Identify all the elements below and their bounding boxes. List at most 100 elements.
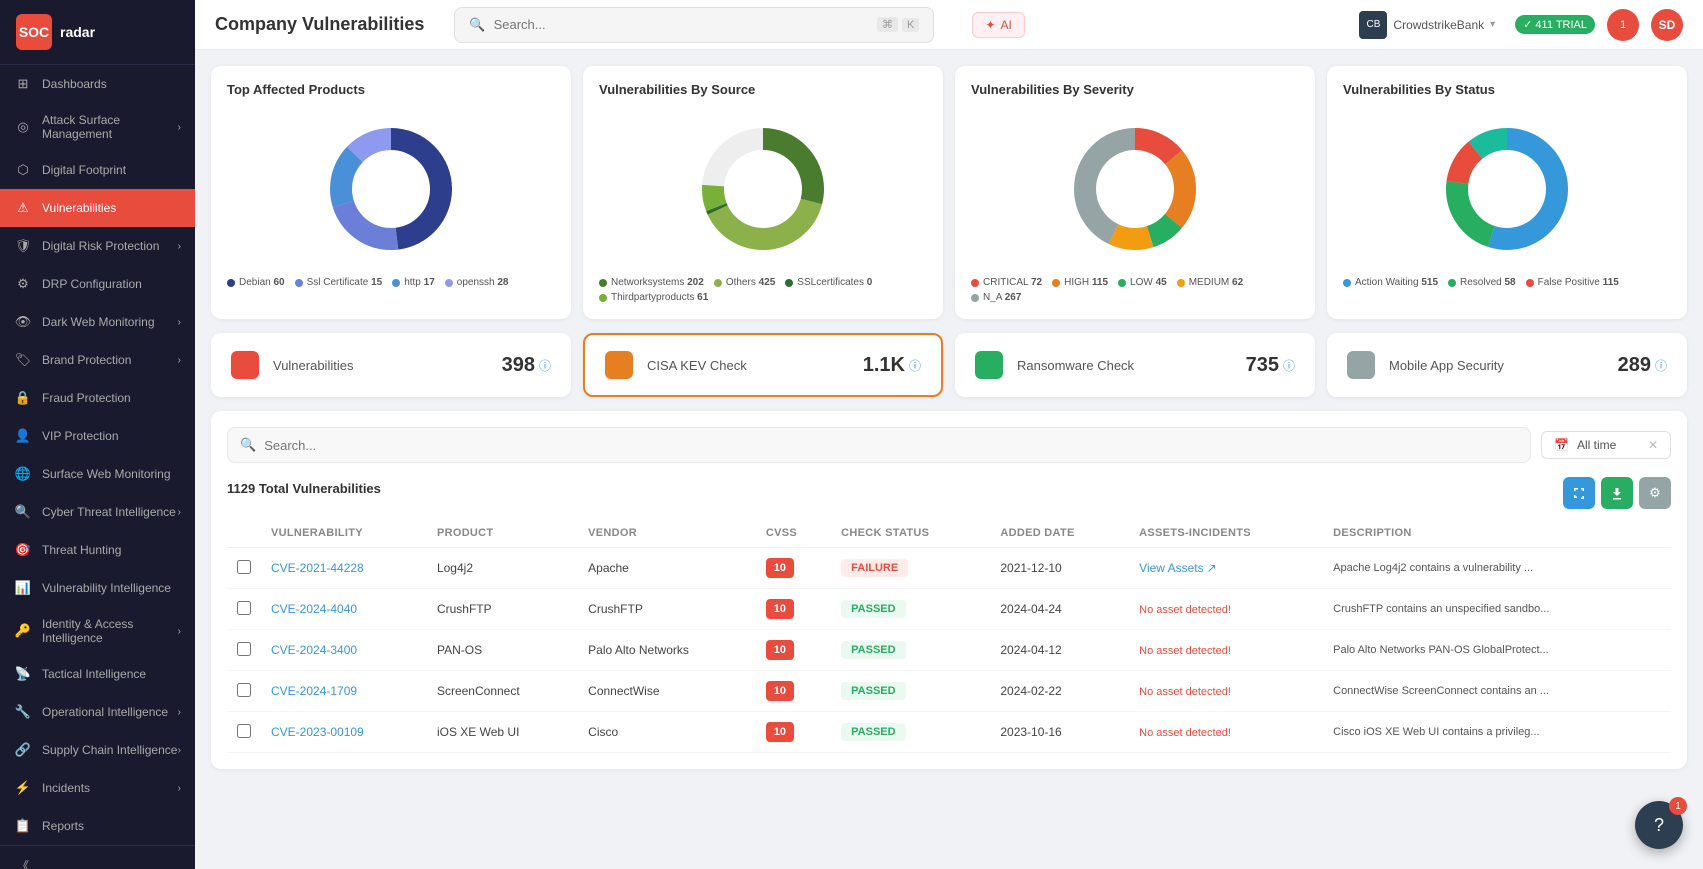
info-icon[interactable]: ⓘ	[909, 357, 921, 374]
expand-button[interactable]	[1563, 477, 1595, 509]
vulnerabilities-icon: ⚠	[14, 199, 32, 217]
sidebar-item-incidents[interactable]: ⚡ Incidents ›	[0, 769, 195, 807]
row-cve: CVE-2024-3400	[261, 630, 427, 671]
global-search-input[interactable]	[494, 17, 877, 32]
cve-link[interactable]: CVE-2024-1709	[271, 684, 357, 698]
row-product: CrushFTP	[427, 589, 578, 630]
cve-link[interactable]: CVE-2021-44228	[271, 561, 364, 575]
table-search-bar[interactable]: 🔍	[227, 427, 1531, 463]
sidebar-item-identity-access[interactable]: 🔑 Identity & Access Intelligence ›	[0, 607, 195, 655]
sidebar-item-reports[interactable]: 📋 Reports	[0, 807, 195, 845]
sidebar-item-vip-protection[interactable]: 👤 VIP Protection	[0, 417, 195, 455]
legend-item: LOW 45	[1118, 277, 1167, 288]
download-button[interactable]	[1601, 477, 1633, 509]
sidebar-item-attack-surface[interactable]: ◎ Attack Surface Management ›	[0, 103, 195, 151]
row-assets: No asset detected!	[1129, 712, 1323, 753]
row-select-checkbox[interactable]	[237, 601, 251, 615]
sidebar-item-tactical-intel[interactable]: 📡 Tactical Intelligence	[0, 655, 195, 693]
sidebar-item-digital-risk[interactable]: 🛡 Digital Risk Protection ›	[0, 227, 195, 265]
sidebar-item-fraud-protection[interactable]: 🔒 Fraud Protection	[0, 379, 195, 417]
sidebar-item-digital-footprint[interactable]: ⬡ Digital Footprint	[0, 151, 195, 189]
header-right: CB CrowdstrikeBank ▾ ✓ 411 TRIAL 1 SD	[1351, 7, 1683, 43]
company-selector[interactable]: CB CrowdstrikeBank ▾	[1351, 7, 1503, 43]
page-title: Company Vulnerabilities	[215, 14, 424, 35]
table-row: CVE-2024-1709 ScreenConnect ConnectWise …	[227, 671, 1671, 712]
sidebar-item-operational-intel[interactable]: 🔧 Operational Intelligence ›	[0, 693, 195, 731]
external-link-icon: ↗	[1207, 561, 1217, 575]
row-product: ScreenConnect	[427, 671, 578, 712]
row-assets: No asset detected!	[1129, 589, 1323, 630]
sidebar-item-label: Operational Intelligence	[42, 705, 178, 719]
user-avatar[interactable]: SD	[1651, 9, 1683, 41]
row-checkbox[interactable]	[227, 630, 261, 671]
sidebar-item-label: Brand Protection	[42, 353, 178, 367]
sidebar-item-label: Reports	[42, 819, 181, 833]
row-checkbox[interactable]	[227, 548, 261, 589]
sidebar-item-vulnerabilities[interactable]: ⚠ Vulnerabilities	[0, 189, 195, 227]
stat-label: CISA KEV Check	[647, 358, 747, 373]
row-description: Palo Alto Networks PAN-OS GlobalProtect.…	[1323, 630, 1671, 671]
date-filter[interactable]: 📅 All time ✕	[1541, 431, 1671, 459]
legend-label: Thirdpartyproducts 61	[611, 292, 708, 303]
legend-item: Thirdpartyproducts 61	[599, 292, 708, 303]
help-badge: 1	[1669, 797, 1687, 815]
row-checkbox[interactable]	[227, 589, 261, 630]
settings-button[interactable]: ⚙	[1639, 477, 1671, 509]
info-icon[interactable]: ⓘ	[1655, 357, 1667, 374]
chart-legend-by-status: Action Waiting 515 Resolved 58 False Pos…	[1343, 277, 1671, 288]
row-checkbox[interactable]	[227, 712, 261, 753]
stat-value: 398	[502, 354, 535, 377]
table-search-input[interactable]	[264, 438, 1518, 453]
cve-link[interactable]: CVE-2024-3400	[271, 643, 357, 657]
row-select-checkbox[interactable]	[237, 724, 251, 738]
sidebar-item-label: Incidents	[42, 781, 178, 795]
row-assets: No asset detected!	[1129, 630, 1323, 671]
sidebar-item-drp-config[interactable]: ⚙ DRP Configuration	[0, 265, 195, 303]
sidebar-item-label: Identity & Access Intelligence	[42, 617, 178, 645]
stat-color-box	[975, 351, 1003, 379]
cvss-badge: 10	[766, 558, 794, 578]
chart-legend-by-severity: CRITICAL 72 HIGH 115 LOW 45 MEDIUM 62	[971, 277, 1299, 303]
row-select-checkbox[interactable]	[237, 560, 251, 574]
legend-item: N_A 267	[971, 292, 1021, 303]
info-icon[interactable]: ⓘ	[539, 357, 551, 374]
row-select-checkbox[interactable]	[237, 683, 251, 697]
table-row: CVE-2024-4040 CrushFTP CrushFTP 10 PASSE…	[227, 589, 1671, 630]
brand-protection-icon: 🏷	[14, 351, 32, 369]
help-icon: ?	[1654, 815, 1664, 836]
sidebar-item-dark-web[interactable]: 👁 Dark Web Monitoring ›	[0, 303, 195, 341]
row-product: iOS XE Web UI	[427, 712, 578, 753]
row-vendor: Apache	[578, 548, 756, 589]
chart-by-source: Vulnerabilities By Source Networksystems…	[583, 66, 943, 319]
row-select-checkbox[interactable]	[237, 642, 251, 656]
sidebar-item-brand-protection[interactable]: 🏷 Brand Protection ›	[0, 341, 195, 379]
incidents-icon: ⚡	[14, 779, 32, 797]
sidebar-item-surface-web[interactable]: 🌐 Surface Web Monitoring	[0, 455, 195, 493]
info-icon[interactable]: ⓘ	[1283, 357, 1295, 374]
sidebar-item-supply-chain[interactable]: 🔗 Supply Chain Intelligence ›	[0, 731, 195, 769]
sidebar-item-label: Vulnerability Intelligence	[42, 581, 181, 595]
sidebar-item-dashboards[interactable]: ⊞ Dashboards	[0, 65, 195, 103]
ai-button[interactable]: ✦ AI	[972, 12, 1024, 38]
legend-item: MEDIUM 62	[1177, 277, 1243, 288]
sidebar-item-label: Supply Chain Intelligence	[42, 743, 178, 757]
cve-link[interactable]: CVE-2023-00109	[271, 725, 364, 739]
chart-title: Vulnerabilities By Status	[1343, 82, 1671, 97]
chevron-icon: ›	[178, 626, 181, 637]
sidebar-collapse-btn[interactable]: 《	[0, 845, 195, 869]
vuln-intel-icon: 📊	[14, 579, 32, 597]
chevron-icon: ›	[178, 317, 181, 328]
sidebar-item-vuln-intel[interactable]: 📊 Vulnerability Intelligence	[0, 569, 195, 607]
row-assets: No asset detected!	[1129, 671, 1323, 712]
search-icon: 🔍	[469, 17, 485, 33]
global-search-bar[interactable]: 🔍 ⌘ K	[454, 7, 934, 43]
sidebar-item-cyber-threat[interactable]: 🔍 Cyber Threat Intelligence ›	[0, 493, 195, 531]
view-assets-link[interactable]: View Assets ↗	[1139, 561, 1313, 575]
legend-dot	[1448, 279, 1456, 287]
legend-dot	[1118, 279, 1126, 287]
sidebar-item-threat-hunting[interactable]: 🎯 Threat Hunting	[0, 531, 195, 569]
row-checkbox[interactable]	[227, 671, 261, 712]
help-button[interactable]: ? 1	[1635, 801, 1683, 849]
notification-button[interactable]: 1	[1607, 9, 1639, 41]
cve-link[interactable]: CVE-2024-4040	[271, 602, 357, 616]
